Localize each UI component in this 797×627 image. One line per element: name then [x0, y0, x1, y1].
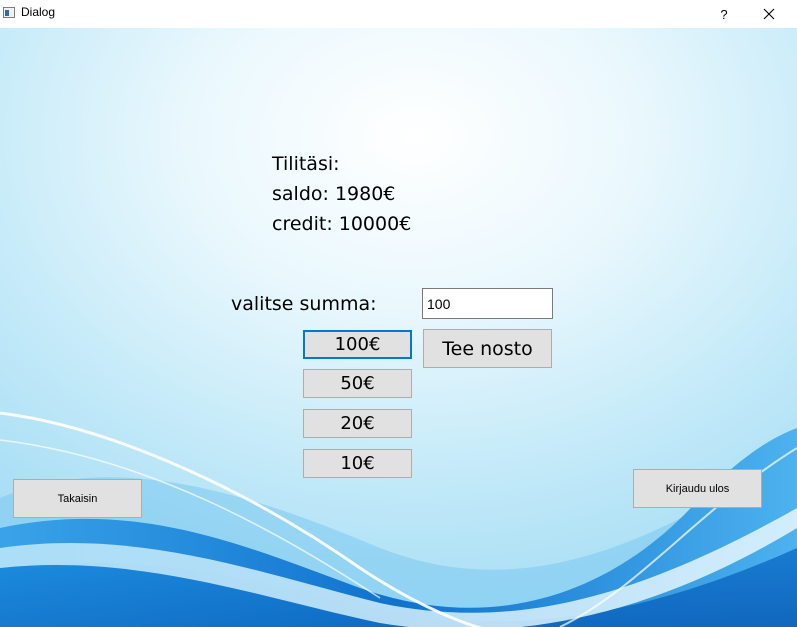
amount-100-button[interactable]: 100€ [303, 330, 412, 359]
amount-50-button[interactable]: 50€ [303, 369, 412, 398]
window-title: Dialog [21, 5, 56, 19]
withdraw-button[interactable]: Tee nosto [423, 329, 552, 368]
amount-input[interactable] [422, 288, 553, 319]
dialog-client-area: Tilitäsi: saldo: 1980€ credit: 10000€ va… [0, 28, 797, 627]
amount-20-button[interactable]: 20€ [303, 409, 412, 438]
credit-label: credit: 10000€ [272, 213, 412, 235]
balance-label: saldo: 1980€ [272, 183, 396, 205]
select-amount-label: valitse summa: [231, 293, 377, 315]
close-icon [763, 8, 775, 20]
back-button[interactable]: Takaisin [13, 479, 142, 518]
app-icon [3, 7, 15, 18]
amount-10-button[interactable]: 10€ [303, 449, 412, 478]
close-button[interactable] [746, 0, 792, 28]
account-heading: Tilitäsi: [272, 153, 340, 175]
logout-button[interactable]: Kirjaudu ulos [633, 469, 762, 508]
help-button[interactable]: ? [701, 0, 747, 28]
background-wave-image [0, 28, 797, 627]
title-bar: Dialog ? [0, 0, 797, 28]
